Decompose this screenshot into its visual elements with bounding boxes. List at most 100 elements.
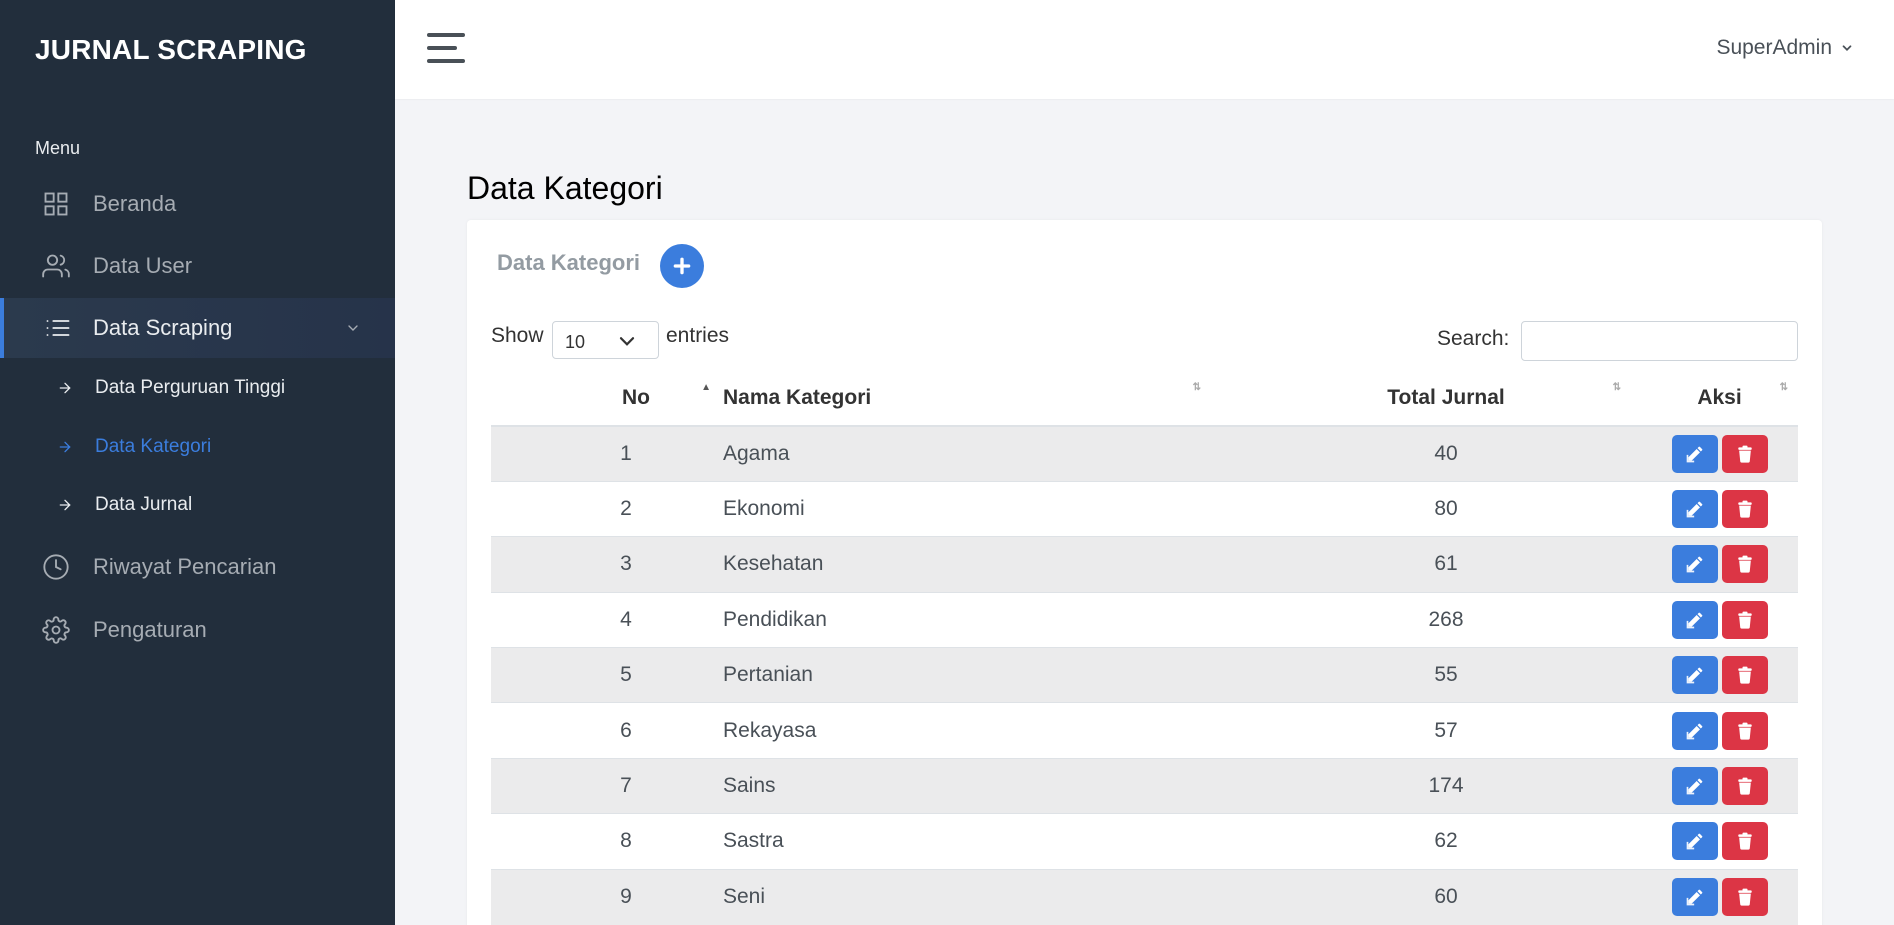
edit-button[interactable] [1671,600,1718,639]
show-label: Show [491,324,544,347]
cell-nama-kategori: Sastra [723,829,784,853]
table-row: 8 Sastra 62 [491,813,1798,870]
delete-button[interactable] [1721,656,1768,695]
cell-aksi [1621,537,1798,592]
edit-button[interactable] [1671,767,1718,806]
sidebar-item-label: Data Scraping [93,315,233,340]
sort-icon: ⇅ [1779,382,1788,393]
cell-total-jurnal: 57 [1434,718,1458,742]
sort-asc-icon: ▲ [701,382,711,393]
cell-no: 4 [620,607,632,631]
cell-nama-kategori: Rekayasa [723,718,817,742]
sidebar-subitem-label: Data Jurnal [95,494,193,515]
table-row: 7 Sains 174 [491,758,1798,814]
chevron-down-icon [1842,45,1852,51]
cell-no: 8 [620,829,632,853]
table-row: 9 Seni 60 [491,869,1798,925]
sort-icon: ⇅ [1192,382,1201,393]
cell-total-jurnal: 268 [1428,607,1464,631]
search-input[interactable] [1521,321,1798,361]
cell-no: 1 [620,441,632,465]
clock-icon [43,554,69,580]
kategori-table: No ▲ Nama Kategori ⇅ Total Jurnal ⇅ Aksi… [491,370,1798,925]
list-icon [46,320,70,336]
page-length-value: 10 [565,332,586,352]
column-header-nama-kategori[interactable]: Nama Kategori ⇅ [711,370,1211,426]
chevron-down-icon[interactable] [345,320,361,336]
user-name: SuperAdmin [1716,36,1832,59]
cell-no: 6 [620,718,632,742]
sidebar-item-pengaturan[interactable]: Pengaturan [0,600,395,660]
cell-nama-kategori: Sains [723,774,776,798]
edit-button[interactable] [1671,878,1718,917]
cell-nama-kategori: Agama [723,441,790,465]
topbar: SuperAdmin [395,0,1894,99]
edit-button[interactable] [1671,434,1718,473]
cell-aksi [1621,481,1798,536]
delete-button[interactable] [1721,711,1768,750]
cell-aksi [1621,869,1798,924]
delete-button[interactable] [1721,545,1768,584]
menu-header: Menu [35,138,81,158]
delete-button[interactable] [1721,822,1768,861]
hamburger-menu-icon[interactable] [427,33,465,63]
cell-total-jurnal: 174 [1428,774,1464,798]
cell-nama-kategori: Pendidikan [723,607,827,631]
sidebar-item-label: Pengaturan [93,617,207,642]
cell-no: 9 [620,885,632,909]
edit-button[interactable] [1671,490,1718,529]
edit-button[interactable] [1671,711,1718,750]
edit-button[interactable] [1671,656,1718,695]
arrow-right-icon [59,499,71,511]
delete-button[interactable] [1721,878,1768,917]
table-row: 1 Agama 40 [491,426,1798,482]
cell-nama-kategori: Ekonomi [723,497,805,521]
add-kategori-button[interactable] [660,244,704,288]
sidebar-item-label: Riwayat Pencarian [93,554,277,579]
table-row: 3 Kesehatan 61 [491,536,1798,593]
cell-aksi [1621,592,1798,647]
delete-button[interactable] [1721,434,1768,473]
sidebar-item-beranda[interactable]: Beranda [0,174,395,234]
cell-aksi [1621,814,1798,869]
delete-button[interactable] [1721,490,1768,529]
sidebar-subitem-label: Data Perguruan Tinggi [95,377,286,398]
cell-total-jurnal: 60 [1434,885,1458,909]
sidebar-subitem-data-perguruan-tinggi[interactable]: Data Perguruan Tinggi [0,366,395,410]
delete-button[interactable] [1721,600,1768,639]
card-title: Data Kategori [497,250,641,275]
column-header-aksi[interactable]: Aksi ⇅ [1621,370,1798,426]
brand-title[interactable]: JURNAL SCRAPING [35,34,307,66]
page-length-select[interactable]: 10 [552,321,659,359]
cell-aksi [1621,758,1798,813]
arrow-right-icon [59,441,71,453]
entries-label: entries [666,324,730,347]
data-card: Data Kategori Show 10 entries Search: No… [467,220,1822,925]
cell-nama-kategori: Pertanian [723,663,813,687]
table-row: 5 Pertanian 55 [491,647,1798,703]
sidebar-item-data-user[interactable]: Data User [0,236,395,296]
cell-total-jurnal: 40 [1434,441,1458,465]
sidebar-item-label: Beranda [93,191,177,216]
cell-no: 2 [620,497,632,521]
cell-no: 5 [620,663,632,687]
delete-button[interactable] [1721,767,1768,806]
edit-button[interactable] [1671,545,1718,584]
sidebar-subitem-data-jurnal[interactable]: Data Jurnal [0,483,395,527]
cell-total-jurnal: 62 [1434,829,1458,853]
edit-button[interactable] [1671,822,1718,861]
sidebar-item-data-scraping[interactable]: Data Scraping [0,298,395,358]
table-row: 6 Rekayasa 57 [491,702,1798,759]
gear-icon [42,616,70,644]
column-header-no[interactable]: No ▲ [491,370,711,426]
sidebar: JURNAL SCRAPING Menu Beranda Data User D… [0,0,395,925]
cell-total-jurnal: 61 [1434,552,1458,576]
search-label: Search: [1437,327,1510,350]
cell-aksi [1621,703,1798,758]
column-header-total-jurnal[interactable]: Total Jurnal ⇅ [1211,370,1621,426]
user-menu[interactable]: SuperAdmin [1716,36,1854,60]
arrow-right-icon [59,382,71,394]
sidebar-subitem-data-kategori[interactable]: Data Kategori [0,425,395,469]
plus-icon [673,257,691,275]
sidebar-item-riwayat-pencarian[interactable]: Riwayat Pencarian [0,537,395,597]
